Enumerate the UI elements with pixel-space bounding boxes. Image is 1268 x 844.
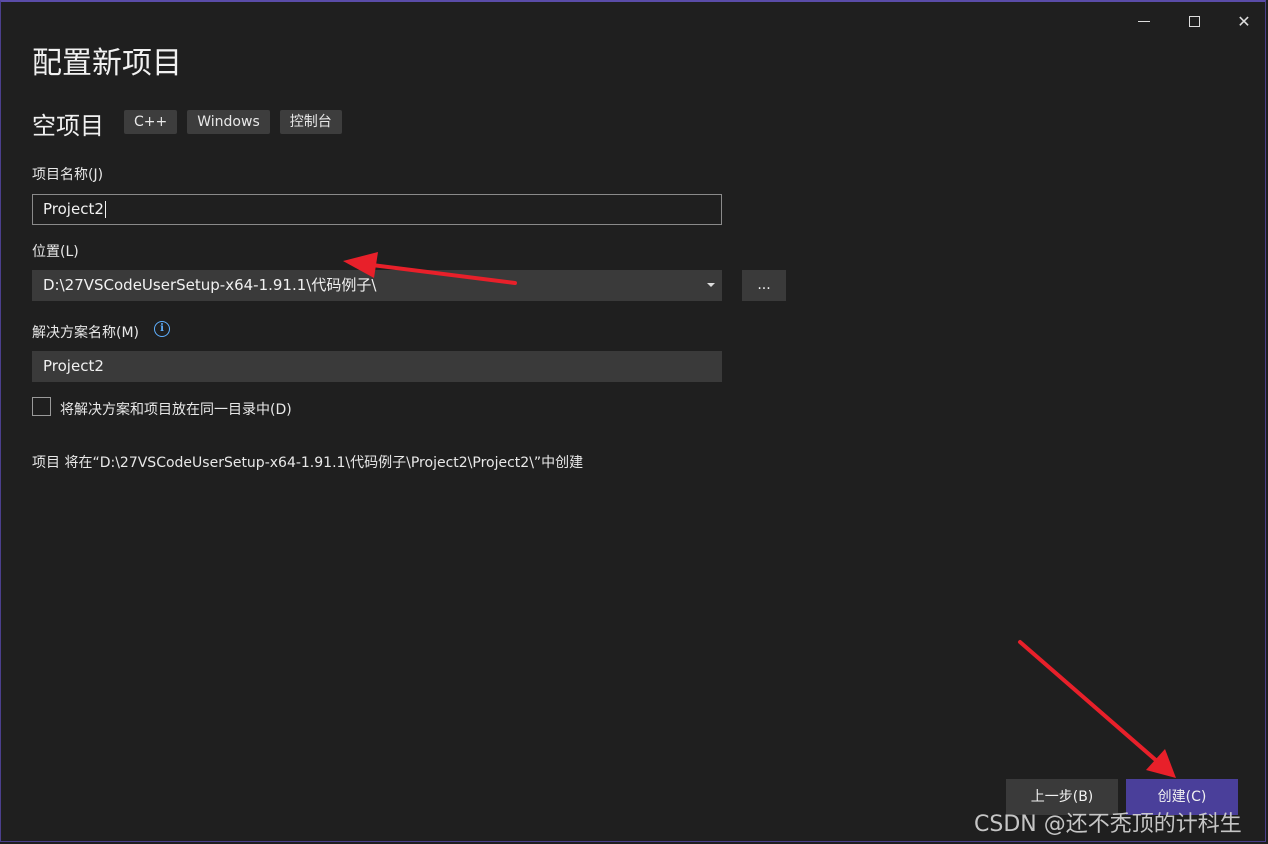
same-dir-checkbox-label[interactable]: 将解决方案和项目放在同一目录中(D) bbox=[60, 399, 292, 419]
chevron-down-icon[interactable] bbox=[707, 283, 715, 287]
info-icon[interactable]: i bbox=[154, 321, 170, 337]
same-dir-checkbox[interactable] bbox=[32, 397, 51, 416]
minimize-icon bbox=[1138, 20, 1150, 22]
watermark: CSDN @还不秃顶的计科生 bbox=[974, 812, 1242, 837]
location-dropdown[interactable]: D:\27VSCodeUserSetup-x64-1.91.1\代码例子\ bbox=[32, 270, 722, 301]
template-tags: C++ Windows 控制台 bbox=[124, 110, 342, 134]
page-title: 配置新项目 bbox=[32, 46, 182, 81]
project-name-input[interactable]: Project2 bbox=[32, 194, 722, 225]
arrow-to-create bbox=[1018, 640, 1176, 778]
solution-name-input[interactable]: Project2 bbox=[32, 351, 722, 382]
browse-button[interactable]: ... bbox=[742, 270, 786, 301]
project-name-value: Project2 bbox=[43, 200, 104, 218]
close-icon: ✕ bbox=[1237, 11, 1251, 31]
tag-platform: Windows bbox=[187, 110, 270, 134]
tag-project-type: 控制台 bbox=[279, 110, 342, 134]
creation-path-summary: 项目 将在“D:\27VSCodeUserSetup-x64-1.91.1\代码… bbox=[32, 455, 584, 471]
location-value: D:\27VSCodeUserSetup-x64-1.91.1\代码例子\ bbox=[43, 276, 377, 294]
minimize-button[interactable] bbox=[1120, 6, 1168, 36]
maximize-icon bbox=[1188, 15, 1200, 27]
location-label: 位置(L) bbox=[32, 244, 79, 260]
solution-name-label: 解决方案名称(M) bbox=[32, 325, 140, 341]
close-button[interactable]: ✕ bbox=[1220, 6, 1268, 36]
project-name-label: 项目名称(J) bbox=[32, 167, 104, 183]
template-name: 空项目 bbox=[32, 112, 104, 140]
text-caret bbox=[104, 201, 106, 218]
solution-name-value: Project2 bbox=[43, 357, 104, 375]
maximize-button[interactable] bbox=[1170, 6, 1218, 36]
tag-language: C++ bbox=[124, 110, 178, 134]
